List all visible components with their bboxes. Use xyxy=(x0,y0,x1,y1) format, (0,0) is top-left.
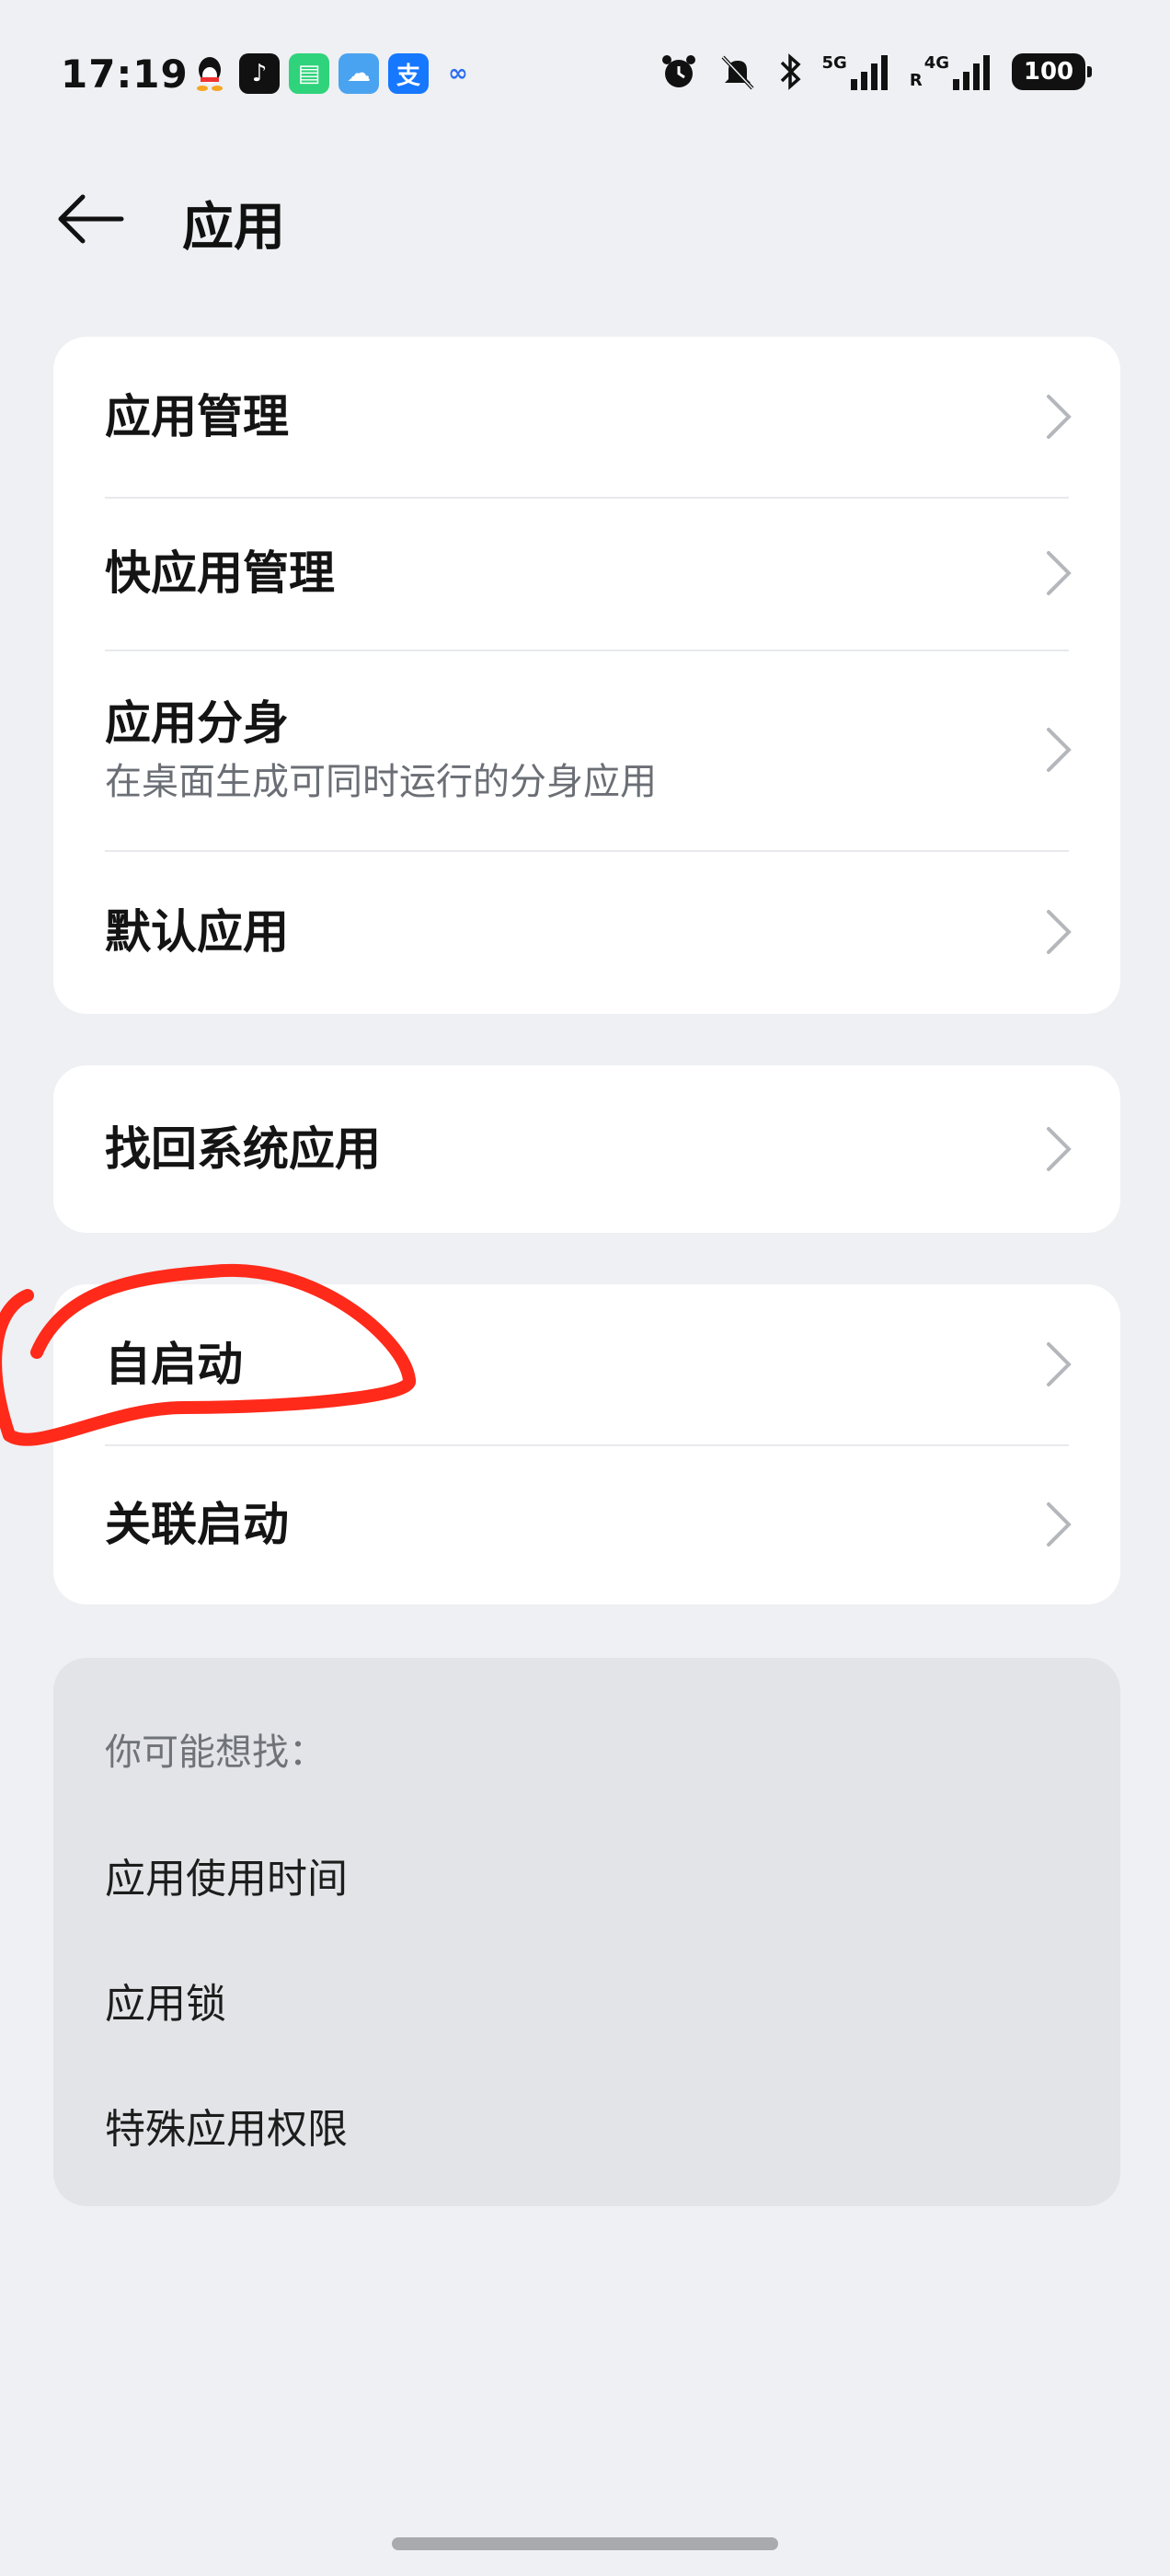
system-icons: 5G R 4G 100 xyxy=(659,52,1092,92)
alipay-icon: 支 xyxy=(388,53,429,94)
chevron-right-icon xyxy=(1047,395,1072,439)
alarm-icon xyxy=(659,52,699,92)
roaming-label: R xyxy=(909,71,923,90)
app-settings-group-1: 应用管理 快应用管理 应用分身 在桌面生成可同时运行的分身应用 默认应用 xyxy=(53,337,1120,1014)
menu-item-associated-start[interactable]: 关联启动 xyxy=(53,1444,1120,1604)
baidu-cloud-icon: ∞ xyxy=(448,60,468,87)
menu-item-recover-system-apps[interactable]: 找回系统应用 xyxy=(53,1065,1120,1233)
menu-item-label: 默认应用 xyxy=(105,905,289,959)
home-indicator[interactable] xyxy=(392,2537,778,2550)
app-settings-group-3: 自启动 关联启动 xyxy=(53,1284,1120,1604)
suggestion-app-usage-time[interactable]: 应用使用时间 xyxy=(105,1846,348,1904)
mute-icon xyxy=(717,52,758,92)
signal-4g-label: 4G xyxy=(923,53,949,73)
weather-icon: ☁ xyxy=(338,53,379,94)
page-title: 应用 xyxy=(182,198,285,258)
menu-item-auto-start[interactable]: 自启动 xyxy=(53,1284,1120,1444)
app-settings-group-2: 找回系统应用 xyxy=(53,1065,1120,1233)
suggestion-special-app-permissions[interactable]: 特殊应用权限 xyxy=(105,2096,348,2155)
menu-item-label: 应用管理 xyxy=(105,390,289,443)
menu-item-quick-app-management[interactable]: 快应用管理 xyxy=(53,497,1120,650)
back-button[interactable] xyxy=(52,180,129,258)
notification-icons: ♪ ▤ ☁ 支 ∞ xyxy=(189,53,478,94)
menu-item-label: 快应用管理 xyxy=(105,546,335,600)
menu-item-app-clone[interactable]: 应用分身 在桌面生成可同时运行的分身应用 xyxy=(53,650,1120,850)
signal-5g-icon: 5G xyxy=(822,53,891,90)
douyin-icon: ♪ xyxy=(239,53,280,94)
chevron-right-icon xyxy=(1047,1127,1072,1171)
back-arrow-icon xyxy=(58,194,124,244)
status-bar: 17:19 ♪ ▤ ☁ 支 ∞ 5G R 4G 100 xyxy=(0,0,1170,147)
green-app-icon: ▤ xyxy=(289,53,329,94)
signal-5g-label: 5G xyxy=(821,53,847,73)
suggestion-app-lock[interactable]: 应用锁 xyxy=(105,1971,226,2030)
chevron-right-icon xyxy=(1047,551,1072,595)
bluetooth-icon xyxy=(776,52,804,92)
chevron-right-icon xyxy=(1047,1342,1072,1386)
menu-item-label: 关联启动 xyxy=(105,1498,289,1551)
suggestions-title: 你可能想找： xyxy=(105,1731,326,1774)
chevron-right-icon xyxy=(1047,1502,1072,1547)
battery-icon: 100 xyxy=(1012,53,1092,90)
chevron-right-icon xyxy=(1047,728,1072,772)
menu-item-label: 应用分身 xyxy=(105,696,289,750)
signal-4g-icon: R 4G xyxy=(910,53,993,90)
menu-item-app-management[interactable]: 应用管理 xyxy=(53,337,1120,497)
menu-item-default-apps[interactable]: 默认应用 xyxy=(53,850,1120,1014)
status-time: 17:19 xyxy=(61,52,189,97)
chevron-right-icon xyxy=(1047,910,1072,954)
qq-icon xyxy=(189,53,230,94)
menu-item-description: 在桌面生成可同时运行的分身应用 xyxy=(105,761,657,803)
suggestions-panel: 你可能想找： 应用使用时间 应用锁 特殊应用权限 xyxy=(53,1658,1120,2206)
header: 应用 xyxy=(0,166,1170,267)
menu-item-label: 自启动 xyxy=(105,1338,243,1391)
menu-item-label: 找回系统应用 xyxy=(105,1122,381,1176)
